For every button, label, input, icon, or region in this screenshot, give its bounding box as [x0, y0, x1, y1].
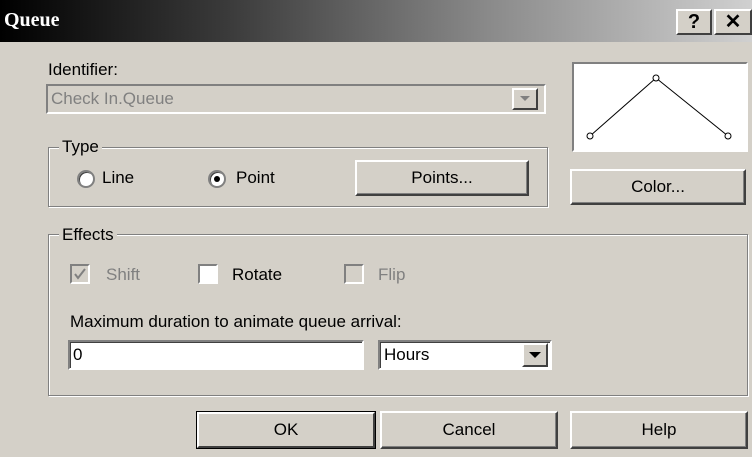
chevron-down-icon[interactable]: [522, 343, 548, 367]
identifier-label: Identifier:: [48, 60, 118, 79]
identifier-dropdown[interactable]: Check In.Queue: [46, 84, 546, 114]
shift-label: Shift: [106, 265, 141, 284]
point-radio[interactable]: [208, 170, 226, 188]
point-radio-label[interactable]: Point: [236, 168, 275, 188]
duration-value: 0: [73, 345, 83, 364]
identifier-value: Check In.Queue: [51, 89, 174, 108]
points-button[interactable]: Points...: [355, 160, 529, 196]
flip-label: Flip: [378, 265, 406, 284]
queue-dialog: Queue ? ✕ Identifier: Check In.Queue Typ…: [0, 0, 752, 457]
shift-checkbox[interactable]: [70, 264, 90, 284]
rotate-label[interactable]: Rotate: [232, 265, 282, 285]
duration-unit-select[interactable]: Hours: [378, 340, 552, 370]
effects-group-label: Effects: [59, 225, 117, 245]
duration-input[interactable]: 0: [68, 340, 364, 370]
duration-unit-value: Hours: [384, 345, 430, 364]
help-button[interactable]: Help: [570, 411, 748, 449]
title-bar[interactable]: Queue ? ✕: [0, 0, 752, 42]
type-group-label: Type: [59, 137, 102, 157]
color-button[interactable]: Color...: [570, 169, 746, 205]
ok-button[interactable]: OK: [196, 411, 376, 449]
queue-preview: [572, 62, 748, 152]
cancel-button[interactable]: Cancel: [380, 411, 558, 449]
line-radio-label[interactable]: Line: [102, 168, 134, 188]
queue-line-icon: [586, 74, 732, 140]
help-icon[interactable]: ?: [676, 9, 712, 35]
flip-checkbox[interactable]: [344, 264, 364, 284]
chevron-down-icon[interactable]: [512, 88, 538, 110]
close-icon[interactable]: ✕: [714, 9, 752, 35]
rotate-checkbox[interactable]: [198, 264, 218, 284]
radio-selected-dot: [214, 176, 220, 182]
window-title: Queue: [4, 9, 60, 31]
line-radio[interactable]: [77, 170, 95, 188]
duration-label: Maximum duration to animate queue arriva…: [70, 312, 402, 331]
ok-button-label: OK: [273, 420, 299, 439]
checkmark-icon: [74, 268, 86, 280]
